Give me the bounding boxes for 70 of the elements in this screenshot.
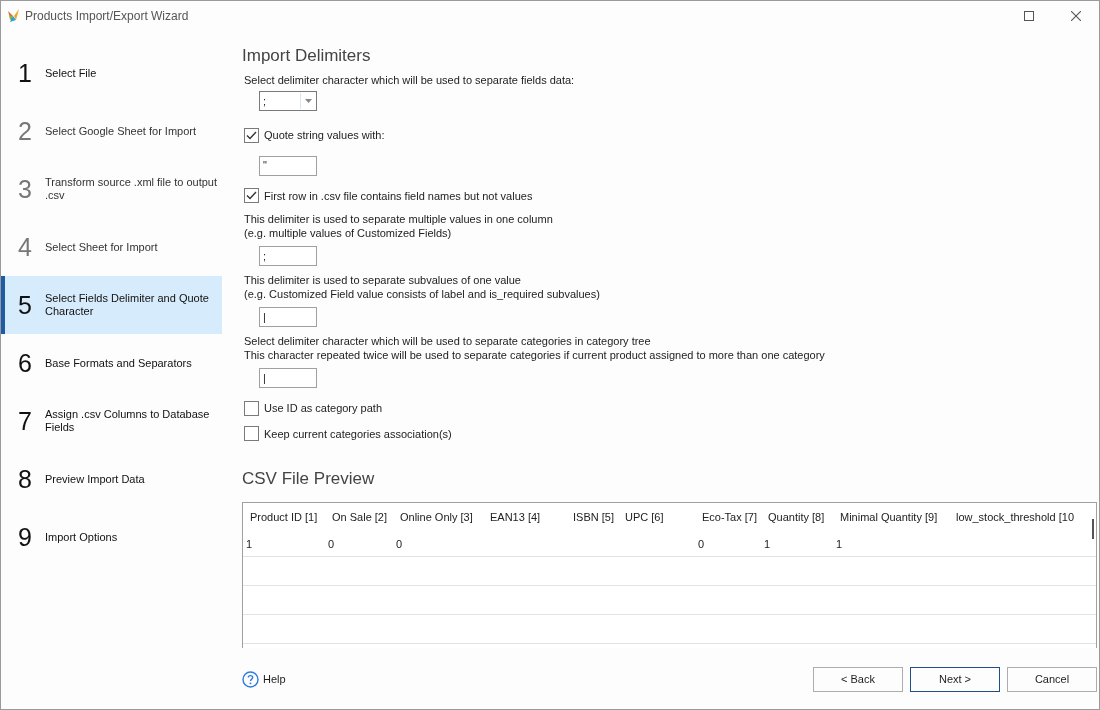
- help-icon: [242, 671, 259, 688]
- delimiter-dropdown[interactable]: ;: [259, 91, 317, 111]
- checkbox-label: Use ID as category path: [264, 401, 382, 416]
- table-cell-text: 0: [698, 536, 706, 552]
- step-number: 5: [17, 290, 33, 320]
- step-label: Select Google Sheet for Import: [45, 124, 198, 138]
- description-text: This delimiter is used to separate subvalues of one value (e.g. Customized Field value consists of label and is_required subvalues): [244, 273, 601, 301]
- step-label: Select Fields Delimiter and Quote Character: [45, 292, 210, 318]
- checkbox-label: Keep current categories association(s): [264, 426, 452, 442]
- wizard-button[interactable]: Cancel: [1007, 667, 1097, 692]
- checkbox-label: Quote string values with:: [264, 128, 385, 143]
- input-field[interactable]: |: [259, 307, 317, 327]
- step-label: Select File: [45, 66, 98, 80]
- wizard-button[interactable]: < Back: [813, 667, 903, 692]
- checkbox[interactable]: [244, 426, 259, 442]
- step-label: Assign .csv Columns to Database Fields: [45, 408, 211, 434]
- wizard-step[interactable]: 8 Preview Import Data: [1, 450, 222, 508]
- step-label: Import Options: [45, 530, 119, 544]
- column-header: Quantity [8]: [768, 510, 826, 526]
- column-header: Minimal Quantity [9]: [840, 510, 939, 526]
- scrollbar-thumb[interactable]: [1092, 519, 1094, 539]
- step-number: 1: [17, 58, 33, 88]
- checkbox[interactable]: [244, 127, 259, 143]
- step-number: 8: [17, 464, 33, 494]
- description-text: Select delimiter character which will be used to separate fields data:: [244, 73, 576, 87]
- table-cell-text: 1: [836, 536, 844, 552]
- column-header: EAN13 [4]: [490, 510, 542, 526]
- table-cell-text: 1: [764, 536, 772, 552]
- wizard-step[interactable]: 5 Select Fields Delimiter and Quote Character: [1, 276, 222, 334]
- column-header: Eco-Tax [7]: [702, 510, 759, 526]
- maximize-icon[interactable]: [1024, 10, 1034, 21]
- step-label: Preview Import Data: [45, 472, 146, 486]
- wizard-step[interactable]: 6 Base Formats and Separators: [1, 334, 222, 392]
- step-number: 4: [17, 232, 33, 262]
- step-label: Base Formats and Separators: [45, 356, 193, 370]
- step-number: 9: [17, 522, 33, 552]
- app-logo-icon: [7, 8, 20, 23]
- close-icon[interactable]: [1071, 10, 1081, 21]
- input-field[interactable]: |: [259, 368, 317, 388]
- window-title: Products Import/Export Wizard: [25, 7, 189, 25]
- wizard-step[interactable]: 7 Assign .csv Columns to Database Fields: [1, 392, 222, 450]
- table-cell-text: 0: [328, 536, 336, 552]
- column-header: Product ID [1]: [250, 510, 319, 526]
- section-heading: CSV File Preview: [242, 468, 376, 490]
- wizard-step[interactable]: 9 Import Options: [1, 508, 222, 566]
- description-text: This delimiter is used to separate multiple values in one column (e.g. multiple values of Customized Fields): [244, 212, 554, 240]
- checkbox-label: First row in .csv file contains field names but not values: [264, 188, 533, 204]
- step-label: Transform source .xml file to output .csv: [45, 176, 218, 202]
- step-number: 6: [17, 348, 33, 378]
- column-header: low_stock_threshold [10: [956, 510, 1075, 526]
- input-field[interactable]: ;: [259, 246, 317, 266]
- column-header: ISBN [5]: [573, 510, 615, 526]
- table-cell-text: 0: [396, 536, 404, 552]
- section-heading: Import Delimiters: [242, 45, 372, 67]
- column-header: Online Only [3]: [400, 510, 474, 526]
- checkbox[interactable]: [244, 188, 259, 204]
- column-header: On Sale [2]: [332, 510, 389, 526]
- column-header: UPC [6]: [625, 510, 665, 526]
- input-field[interactable]: ": [259, 155, 317, 176]
- wizard-button[interactable]: Next >: [910, 667, 1000, 692]
- step-number: 7: [17, 406, 33, 436]
- description-text: Select delimiter character which will be used to separate categories in category tree This character repeated twice will be used to separate categories if current product assigned to more than one category: [244, 334, 826, 362]
- step-number: 3: [17, 174, 33, 204]
- step-number: 2: [17, 116, 33, 146]
- dropdown-arrow-icon: [305, 99, 312, 103]
- checkbox[interactable]: [244, 400, 259, 416]
- step-label: Select Sheet for Import: [45, 240, 159, 254]
- table-cell-text: 1: [246, 536, 254, 552]
- wizard-step[interactable]: 1 Select File: [1, 44, 222, 102]
- help-link[interactable]: Help: [242, 671, 286, 688]
